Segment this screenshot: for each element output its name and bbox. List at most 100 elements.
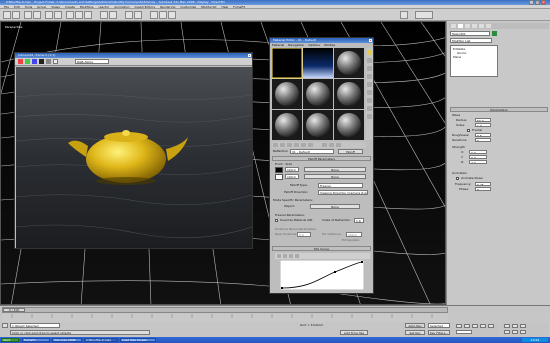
side-map-button[interactable]: None (304, 174, 366, 179)
make-unique-icon[interactable] (301, 143, 306, 147)
auto-key-button[interactable]: Auto Key (405, 323, 425, 328)
backlight-icon[interactable] (367, 58, 372, 63)
rotate-icon[interactable] (75, 11, 83, 19)
select-by-material-icon[interactable] (367, 106, 372, 111)
close-icon[interactable] (369, 39, 372, 42)
object-pick-button[interactable]: None (310, 204, 360, 209)
uv-tiling-icon[interactable] (367, 74, 372, 79)
zoom-extents-icon[interactable] (520, 324, 526, 328)
viewport-label[interactable]: Perspective (5, 25, 22, 29)
video-color-check-icon[interactable] (367, 82, 372, 87)
show-map-icon[interactable] (322, 143, 327, 147)
red-channel-icon[interactable] (18, 59, 23, 64)
redo-icon[interactable] (12, 11, 20, 19)
strength-z-field[interactable]: 2.0 (469, 160, 487, 164)
background-icon[interactable] (367, 66, 372, 71)
clear-icon[interactable] (53, 59, 58, 64)
channel-dropdown[interactable]: RGB Alpha (75, 59, 109, 64)
sample-type-icon[interactable] (367, 50, 372, 55)
next-frame-icon[interactable] (480, 324, 486, 328)
menu-material[interactable]: Material (272, 43, 284, 47)
previous-frame-icon[interactable] (464, 324, 470, 328)
go-to-start-icon[interactable] (456, 324, 462, 328)
iterations-field[interactable]: 6 (475, 138, 491, 142)
parameters-rollout[interactable]: Parameters (450, 107, 548, 112)
menu-utilities[interactable]: Utilities (324, 43, 335, 47)
set-key-button[interactable]: Set Key (405, 330, 425, 335)
modify-tab-icon[interactable] (458, 24, 463, 28)
close-icon[interactable] (248, 54, 251, 57)
maxscript-listener-icon[interactable] (2, 323, 8, 328)
mirror-icon[interactable] (125, 11, 133, 19)
select-icon[interactable] (45, 11, 53, 19)
angle-snap-icon[interactable] (109, 11, 117, 19)
unlink-icon[interactable] (33, 11, 41, 19)
motion-tab-icon[interactable] (472, 24, 477, 28)
delete-point-icon[interactable] (295, 254, 299, 258)
render-quick-button[interactable] (415, 11, 433, 19)
material-type-button[interactable]: Falloff (338, 149, 363, 154)
assign-material-icon[interactable] (287, 143, 292, 147)
falloff-direction-dropdown[interactable]: Viewing Direction (Camera Z-Axis) (318, 190, 368, 195)
undo-icon[interactable] (3, 11, 11, 19)
blue-channel-icon[interactable] (32, 59, 37, 64)
front-map-button[interactable]: None (304, 167, 366, 172)
time-slider[interactable]: 0 / 100 (2, 307, 448, 313)
mono-icon[interactable] (46, 59, 51, 64)
front-color-swatch[interactable] (275, 167, 283, 173)
near-distance-field[interactable]: 0.0 (297, 232, 311, 237)
phase-field[interactable]: 0 (475, 187, 491, 191)
animate-noise-checkbox[interactable] (456, 177, 459, 180)
orbit-icon[interactable] (512, 330, 518, 334)
material-navigator-icon[interactable] (367, 114, 372, 119)
options-icon[interactable] (367, 98, 372, 103)
material-name-field[interactable]: 01 - Default (290, 149, 334, 154)
scale-point-icon[interactable] (283, 254, 287, 258)
make-preview-icon[interactable] (367, 90, 372, 95)
strength-x-field[interactable]: 0.0 (469, 150, 487, 154)
front-amount-field[interactable]: 100.0 (285, 167, 299, 172)
fractal-checkbox[interactable] (467, 129, 470, 132)
go-to-parent-icon[interactable] (329, 143, 334, 147)
utilities-tab-icon[interactable] (486, 24, 491, 28)
go-forward-sibling-icon[interactable] (336, 143, 341, 147)
start-button[interactable]: Start (1, 338, 19, 342)
put-to-scene-icon[interactable] (280, 143, 285, 147)
pan-icon[interactable] (504, 330, 510, 334)
hierarchy-tab-icon[interactable] (465, 24, 470, 28)
go-to-end-icon[interactable] (488, 324, 494, 328)
mix-curve-graph[interactable] (280, 260, 364, 290)
scale-field[interactable]: 1.0 (475, 123, 491, 127)
add-time-tag-button[interactable]: Add Time Tag (340, 330, 368, 335)
select-by-name-icon[interactable] (54, 11, 62, 19)
maximize-viewport-icon[interactable] (520, 330, 526, 334)
scale-icon[interactable] (84, 11, 92, 19)
override-ior-checkbox[interactable] (275, 219, 278, 222)
mix-curve-rollout[interactable]: Mix Curve (272, 246, 371, 251)
side-color-swatch[interactable] (275, 174, 283, 180)
link-icon[interactable] (24, 11, 32, 19)
material-editor-icon[interactable] (150, 11, 158, 19)
taskbar-item-c3dunfile[interactable]: C3Dunfile-0.max (84, 338, 118, 342)
render-icon[interactable] (168, 11, 176, 19)
strength-y-field[interactable]: 0.0 (469, 155, 487, 159)
ior-field[interactable]: 1.6 (354, 218, 364, 223)
reset-map-icon[interactable] (294, 143, 299, 147)
zoom-icon[interactable] (504, 324, 510, 328)
object-name-field[interactable]: Teapot01 (450, 31, 490, 36)
put-to-library-icon[interactable] (308, 143, 313, 147)
zoom-all-icon[interactable] (512, 324, 518, 328)
radius-field[interactable]: 50.0 (475, 118, 491, 122)
falloff-type-dropdown[interactable]: Fresnel (318, 183, 363, 188)
snap-icon[interactable] (100, 11, 108, 19)
menu-navigation[interactable]: Navigation (288, 43, 304, 47)
create-tab-icon[interactable] (451, 24, 456, 28)
side-amount-field[interactable]: 100.0 (285, 174, 299, 179)
frequency-field[interactable]: 0.25 (475, 182, 491, 186)
track-bar[interactable] (2, 314, 448, 322)
modifier-list-dropdown[interactable]: Modifier List (450, 38, 492, 43)
play-icon[interactable] (472, 324, 478, 328)
add-point-icon[interactable] (289, 254, 293, 258)
taskbar-item-fumefx[interactable]: FumeFx (22, 338, 50, 342)
align-icon[interactable] (134, 11, 142, 19)
